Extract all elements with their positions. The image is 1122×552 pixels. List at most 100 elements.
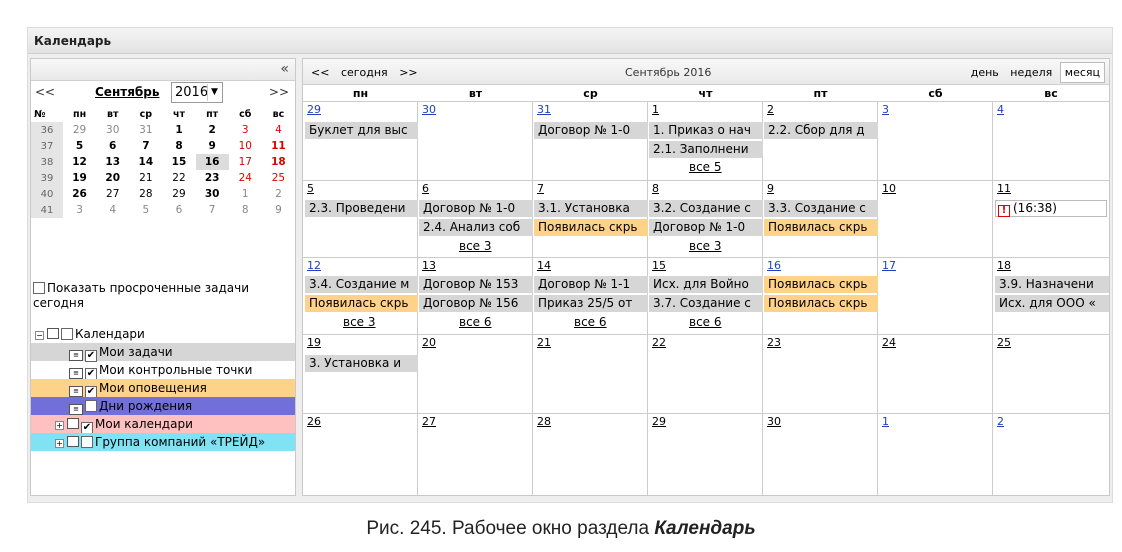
day-number[interactable]: 16 — [767, 259, 781, 272]
collapse-icon[interactable]: − — [35, 331, 44, 340]
mini-day[interactable]: 1 — [229, 186, 262, 202]
day-number[interactable]: 22 — [652, 336, 666, 349]
show-overdue-option[interactable]: Показать просроченные задачи сегодня — [33, 281, 295, 311]
show-all-link[interactable]: все 3 — [689, 239, 722, 253]
calendar-event[interactable]: 2.3. Проведени — [305, 200, 418, 217]
day-cell[interactable]: 11 — [993, 181, 1109, 258]
mini-day[interactable]: 12 — [63, 154, 96, 170]
calendar-event[interactable]: 2.2. Сбор для д — [764, 122, 878, 139]
day-cell[interactable]: 29 — [648, 414, 763, 495]
calendar-event[interactable]: 1. Приказ о нач — [649, 122, 763, 139]
mini-day[interactable]: 15 — [162, 154, 195, 170]
mini-day[interactable]: 10 — [229, 138, 262, 154]
day-number[interactable]: 26 — [307, 415, 321, 428]
day-number[interactable]: 6 — [422, 182, 429, 195]
calendar-event[interactable]: Договор № 1-0 — [649, 219, 763, 236]
week-number[interactable]: 36 — [31, 122, 63, 138]
tree-item-my-checkpoints[interactable]: ≡ ✔ Мои контрольные точки — [31, 361, 295, 380]
day-number[interactable]: 4 — [997, 103, 1004, 116]
mini-day[interactable]: 18 — [262, 154, 295, 170]
mini-day[interactable]: 23 — [196, 170, 229, 186]
calendar-event[interactable]: 3.3. Создание с — [764, 200, 878, 217]
mini-day[interactable]: 19 — [63, 170, 96, 186]
show-all-link[interactable]: все 6 — [689, 315, 722, 329]
day-number[interactable]: 24 — [882, 336, 896, 349]
day-cell[interactable]: 20 — [418, 335, 533, 414]
calendar-event[interactable]: Буклет для выс — [305, 122, 418, 139]
mini-day[interactable]: 29 — [162, 186, 195, 202]
week-number[interactable]: 40 — [31, 186, 63, 202]
tree-item-birthdays[interactable]: ≡ Дни рождения — [31, 397, 295, 415]
day-cell[interactable]: 27 — [418, 414, 533, 495]
mini-day[interactable]: 25 — [262, 170, 295, 186]
calendar-event[interactable]: 2.1. Заполнени — [649, 141, 763, 158]
calendar-event[interactable]: Приказ 25/5 от — [534, 295, 648, 312]
calendar-event[interactable]: 2.4. Анализ соб — [419, 219, 533, 236]
mini-day[interactable]: 21 — [129, 170, 162, 186]
calendar-event[interactable]: Появилась скрь — [764, 276, 878, 293]
tree-item-my-tasks[interactable]: ≡ ✔ Мои задачи — [31, 343, 295, 362]
day-cell[interactable]: 25 — [993, 335, 1109, 414]
calendar-event[interactable]: Договор № 1-0 — [419, 200, 533, 217]
day-cell[interactable]: 30 — [763, 414, 878, 495]
day-cell[interactable]: 3 — [878, 102, 993, 181]
mini-day[interactable]: 4 — [262, 122, 295, 138]
day-cell[interactable]: 28 — [533, 414, 648, 495]
calendar-event[interactable]: Исх. для ООО « — [995, 295, 1109, 312]
view-day-button[interactable]: день — [967, 63, 1003, 82]
mini-day[interactable]: 5 — [63, 138, 96, 154]
day-cell[interactable]: 31 — [533, 102, 648, 181]
expand-icon[interactable]: + — [55, 439, 64, 448]
mini-day[interactable]: 13 — [96, 154, 129, 170]
mini-day[interactable]: 4 — [96, 202, 129, 218]
day-cell[interactable]: 29 — [303, 102, 418, 181]
mini-day[interactable]: 2 — [196, 122, 229, 138]
mini-day[interactable]: 17 — [229, 154, 262, 170]
show-all-link[interactable]: все 3 — [343, 315, 376, 329]
week-number[interactable]: 37 — [31, 138, 63, 154]
day-cell[interactable]: 24 — [878, 335, 993, 414]
day-number[interactable]: 18 — [997, 259, 1011, 272]
calendar-event[interactable]: Появилась скрь — [534, 219, 648, 236]
day-number[interactable]: 19 — [307, 336, 321, 349]
day-number[interactable]: 8 — [652, 182, 659, 195]
day-number[interactable]: 25 — [997, 336, 1011, 349]
mini-day[interactable]: 27 — [96, 186, 129, 202]
view-month-button[interactable]: месяц — [1059, 62, 1105, 83]
day-number[interactable]: 21 — [537, 336, 551, 349]
mini-day[interactable]: 20 — [96, 170, 129, 186]
day-number[interactable]: 11 — [997, 182, 1011, 195]
reminder-event[interactable]: ! (16:38) — [995, 200, 1107, 217]
day-cell[interactable]: 17 — [878, 258, 993, 335]
mini-day[interactable]: 2 — [262, 186, 295, 202]
show-all-link[interactable]: все 6 — [459, 315, 492, 329]
mini-day[interactable]: 30 — [96, 122, 129, 138]
day-number[interactable]: 2 — [997, 415, 1004, 428]
day-cell[interactable]: 22 — [648, 335, 763, 414]
mini-day[interactable]: 11 — [262, 138, 295, 154]
mini-day[interactable]: 5 — [129, 202, 162, 218]
day-cell[interactable]: 2 — [763, 102, 878, 181]
calendar-event[interactable]: Договор № 153 — [419, 276, 533, 293]
mini-day[interactable]: 30 — [196, 186, 229, 202]
mini-day[interactable]: 7 — [129, 138, 162, 154]
calendar-event[interactable]: 3.2. Создание с — [649, 200, 763, 217]
day-number[interactable]: 27 — [422, 415, 436, 428]
tree-item-my-calendars[interactable]: + ✔ Мои календари — [31, 415, 295, 434]
day-number[interactable]: 2 — [767, 103, 774, 116]
mini-day[interactable]: 24 — [229, 170, 262, 186]
day-number[interactable]: 23 — [767, 336, 781, 349]
day-number[interactable]: 13 — [422, 259, 436, 272]
day-number[interactable]: 29 — [652, 415, 666, 428]
day-number[interactable]: 1 — [652, 103, 659, 116]
calendar-event[interactable]: Исх. для Войно — [649, 276, 763, 293]
day-number[interactable]: 5 — [307, 182, 314, 195]
view-week-button[interactable]: неделя — [1006, 63, 1056, 82]
week-number[interactable]: 38 — [31, 154, 63, 170]
day-number[interactable]: 3 — [882, 103, 889, 116]
show-overdue-checkbox[interactable] — [33, 282, 45, 294]
calendar-event[interactable]: 3. Установка и — [305, 355, 418, 372]
calendar-event[interactable]: Появилась скрь — [305, 295, 418, 312]
mini-day[interactable]: 29 — [63, 122, 96, 138]
day-cell[interactable]: 26 — [303, 414, 418, 495]
